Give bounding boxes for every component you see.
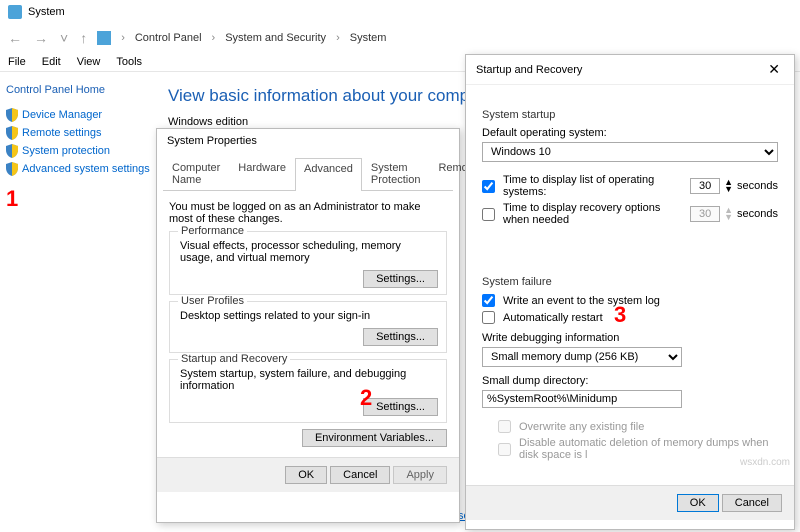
sidebar-item-remote-settings[interactable]: Remote settings: [6, 124, 150, 142]
environment-variables-button[interactable]: Environment Variables...: [302, 429, 447, 447]
menu-file[interactable]: File: [8, 56, 26, 68]
breadcrumb-l2[interactable]: System and Security: [225, 32, 326, 44]
write-event-checkbox[interactable]: [482, 294, 495, 307]
performance-settings-button[interactable]: Settings...: [363, 270, 438, 288]
up-icon[interactable]: ↑: [78, 30, 89, 46]
tab-hardware[interactable]: Hardware: [229, 157, 295, 190]
dump-dir-input[interactable]: [482, 390, 682, 408]
overwrite-checkbox: [498, 420, 511, 433]
tabs: Computer Name Hardware Advanced System P…: [163, 157, 453, 191]
sidebar-item-advanced-system-settings[interactable]: Advanced system settings: [6, 160, 150, 178]
debug-info-select[interactable]: Small memory dump (256 KB): [482, 347, 682, 367]
watermark: wsxdn.com: [740, 457, 790, 468]
dialog-title: Startup and Recovery: [476, 64, 582, 76]
menu-edit[interactable]: Edit: [42, 56, 61, 68]
menu-view[interactable]: View: [77, 56, 101, 68]
user-profiles-settings-button[interactable]: Settings...: [363, 328, 438, 346]
shield-icon: [6, 126, 18, 140]
chevron-right-icon: ›: [334, 32, 342, 44]
annotation-2: 2: [360, 385, 372, 411]
ok-button[interactable]: OK: [285, 466, 327, 484]
close-icon[interactable]: ✕: [764, 61, 784, 78]
shield-icon: [6, 108, 18, 122]
ok-button[interactable]: OK: [677, 494, 719, 512]
performance-group: Performance Visual effects, processor sc…: [169, 231, 447, 295]
startup-recovery-settings-button[interactable]: Settings...: [363, 398, 438, 416]
user-profiles-group: User Profiles Desktop settings related t…: [169, 301, 447, 353]
apply-button[interactable]: Apply: [393, 466, 447, 484]
breadcrumb-l3[interactable]: System: [350, 32, 387, 44]
forward-icon[interactable]: →: [32, 30, 50, 46]
system-icon: [8, 5, 22, 19]
time-recovery-spinner: [690, 206, 720, 222]
time-list-checkbox[interactable]: [482, 180, 495, 193]
disable-deletion-checkbox: [498, 443, 511, 456]
tab-advanced[interactable]: Advanced: [295, 158, 362, 191]
annotation-3: 3: [614, 302, 626, 328]
cancel-button[interactable]: Cancel: [330, 466, 390, 484]
menu-tools[interactable]: Tools: [116, 56, 142, 68]
window-titlebar: System: [0, 0, 800, 24]
control-panel-icon: [97, 31, 111, 45]
page-heading: View basic information about your comput…: [168, 86, 498, 106]
sidebar-item-device-manager[interactable]: Device Manager: [6, 106, 150, 124]
window-title: System: [28, 6, 65, 18]
tab-system-protection[interactable]: System Protection: [362, 157, 430, 190]
admin-note: You must be logged on as an Administrato…: [169, 201, 447, 225]
recent-dropdown-icon[interactable]: ˅: [58, 30, 70, 46]
time-recovery-checkbox[interactable]: [482, 208, 495, 221]
chevron-right-icon: ›: [210, 32, 218, 44]
startup-recovery-group: Startup and Recovery System startup, sys…: [169, 359, 447, 423]
system-failure-heading: System failure: [482, 276, 778, 288]
default-os-label: Default operating system:: [482, 127, 778, 139]
dialog-title: System Properties: [157, 129, 459, 153]
time-list-spinner[interactable]: [690, 178, 720, 194]
auto-restart-checkbox[interactable]: [482, 311, 495, 324]
tab-computer-name[interactable]: Computer Name: [163, 157, 229, 190]
section-label: Windows edition: [168, 116, 498, 128]
cancel-button[interactable]: Cancel: [722, 494, 782, 512]
system-startup-heading: System startup: [482, 109, 778, 121]
default-os-select[interactable]: Windows 10: [482, 142, 778, 162]
debug-info-label: Write debugging information: [482, 332, 778, 344]
sidebar: Control Panel Home Device Manager Remote…: [0, 72, 156, 532]
annotation-1: 1: [6, 186, 18, 212]
shield-icon: [6, 162, 18, 176]
sidebar-item-system-protection[interactable]: System protection: [6, 142, 150, 160]
sidebar-home[interactable]: Control Panel Home: [6, 82, 150, 98]
system-properties-dialog: System Properties Computer Name Hardware…: [156, 128, 460, 523]
dump-dir-label: Small dump directory:: [482, 375, 778, 387]
back-icon[interactable]: ←: [6, 30, 24, 46]
shield-icon: [6, 144, 18, 158]
chevron-right-icon: ›: [119, 32, 127, 44]
breadcrumb-root[interactable]: Control Panel: [135, 32, 202, 44]
address-bar: ← → ˅ ↑ › Control Panel › System and Sec…: [0, 24, 800, 52]
